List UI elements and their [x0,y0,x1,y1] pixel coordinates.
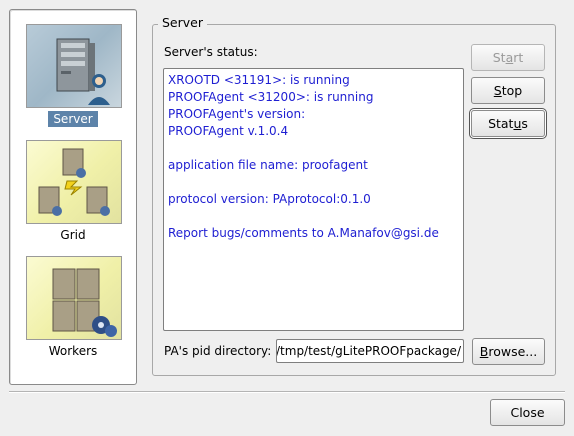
nav-item-grid[interactable]: Grid [10,140,136,244]
status-line [168,140,459,157]
workers-cluster-icon [26,256,122,340]
status-line: application file name: proofagent [168,158,368,172]
pid-directory-field[interactable]: /tmp/test/gLitePROOFpackage/ [276,339,464,363]
nav-item-workers[interactable]: Workers [10,256,136,360]
nav-item-server[interactable]: Server [10,24,136,128]
browse-button[interactable]: Browse... [472,338,545,365]
status-line: PROOFAgent <31200>: is running [168,90,374,104]
status-line: PROOFAgent's version: [168,107,306,121]
server-status-label: Server's status: [164,45,258,59]
grid-network-icon [26,140,122,224]
server-status-textbox[interactable]: XROOTD <31191>: is running PROOFAgent <3… [163,68,464,331]
status-line: PROOFAgent v.1.0.4 [168,124,289,138]
status-line: Report bugs/comments to A.Manafov@gsi.de [168,226,439,240]
nav-item-label: Grid [60,228,86,242]
nav-panel: Server Grid Workers [9,9,137,385]
server-group-title: Server [158,15,207,31]
start-button[interactable]: Start [471,44,545,71]
status-line: protocol version: PAprotocol:0.1.0 [168,192,371,206]
pid-directory-label: PA's pid directory: [164,344,272,358]
nav-item-label: Server [10,111,136,127]
server-user-icon [26,24,122,108]
nav-item-label: Workers [48,344,98,358]
status-button[interactable]: Status [471,110,545,137]
status-line: XROOTD <31191>: is running [168,73,350,87]
pid-directory-value: /tmp/test/gLitePROOFpackage/ [276,344,461,358]
status-line [168,208,459,225]
stop-button[interactable]: Stop [471,77,545,104]
footer-separator [9,391,565,393]
close-button[interactable]: Close [490,399,565,426]
status-line [168,174,459,191]
